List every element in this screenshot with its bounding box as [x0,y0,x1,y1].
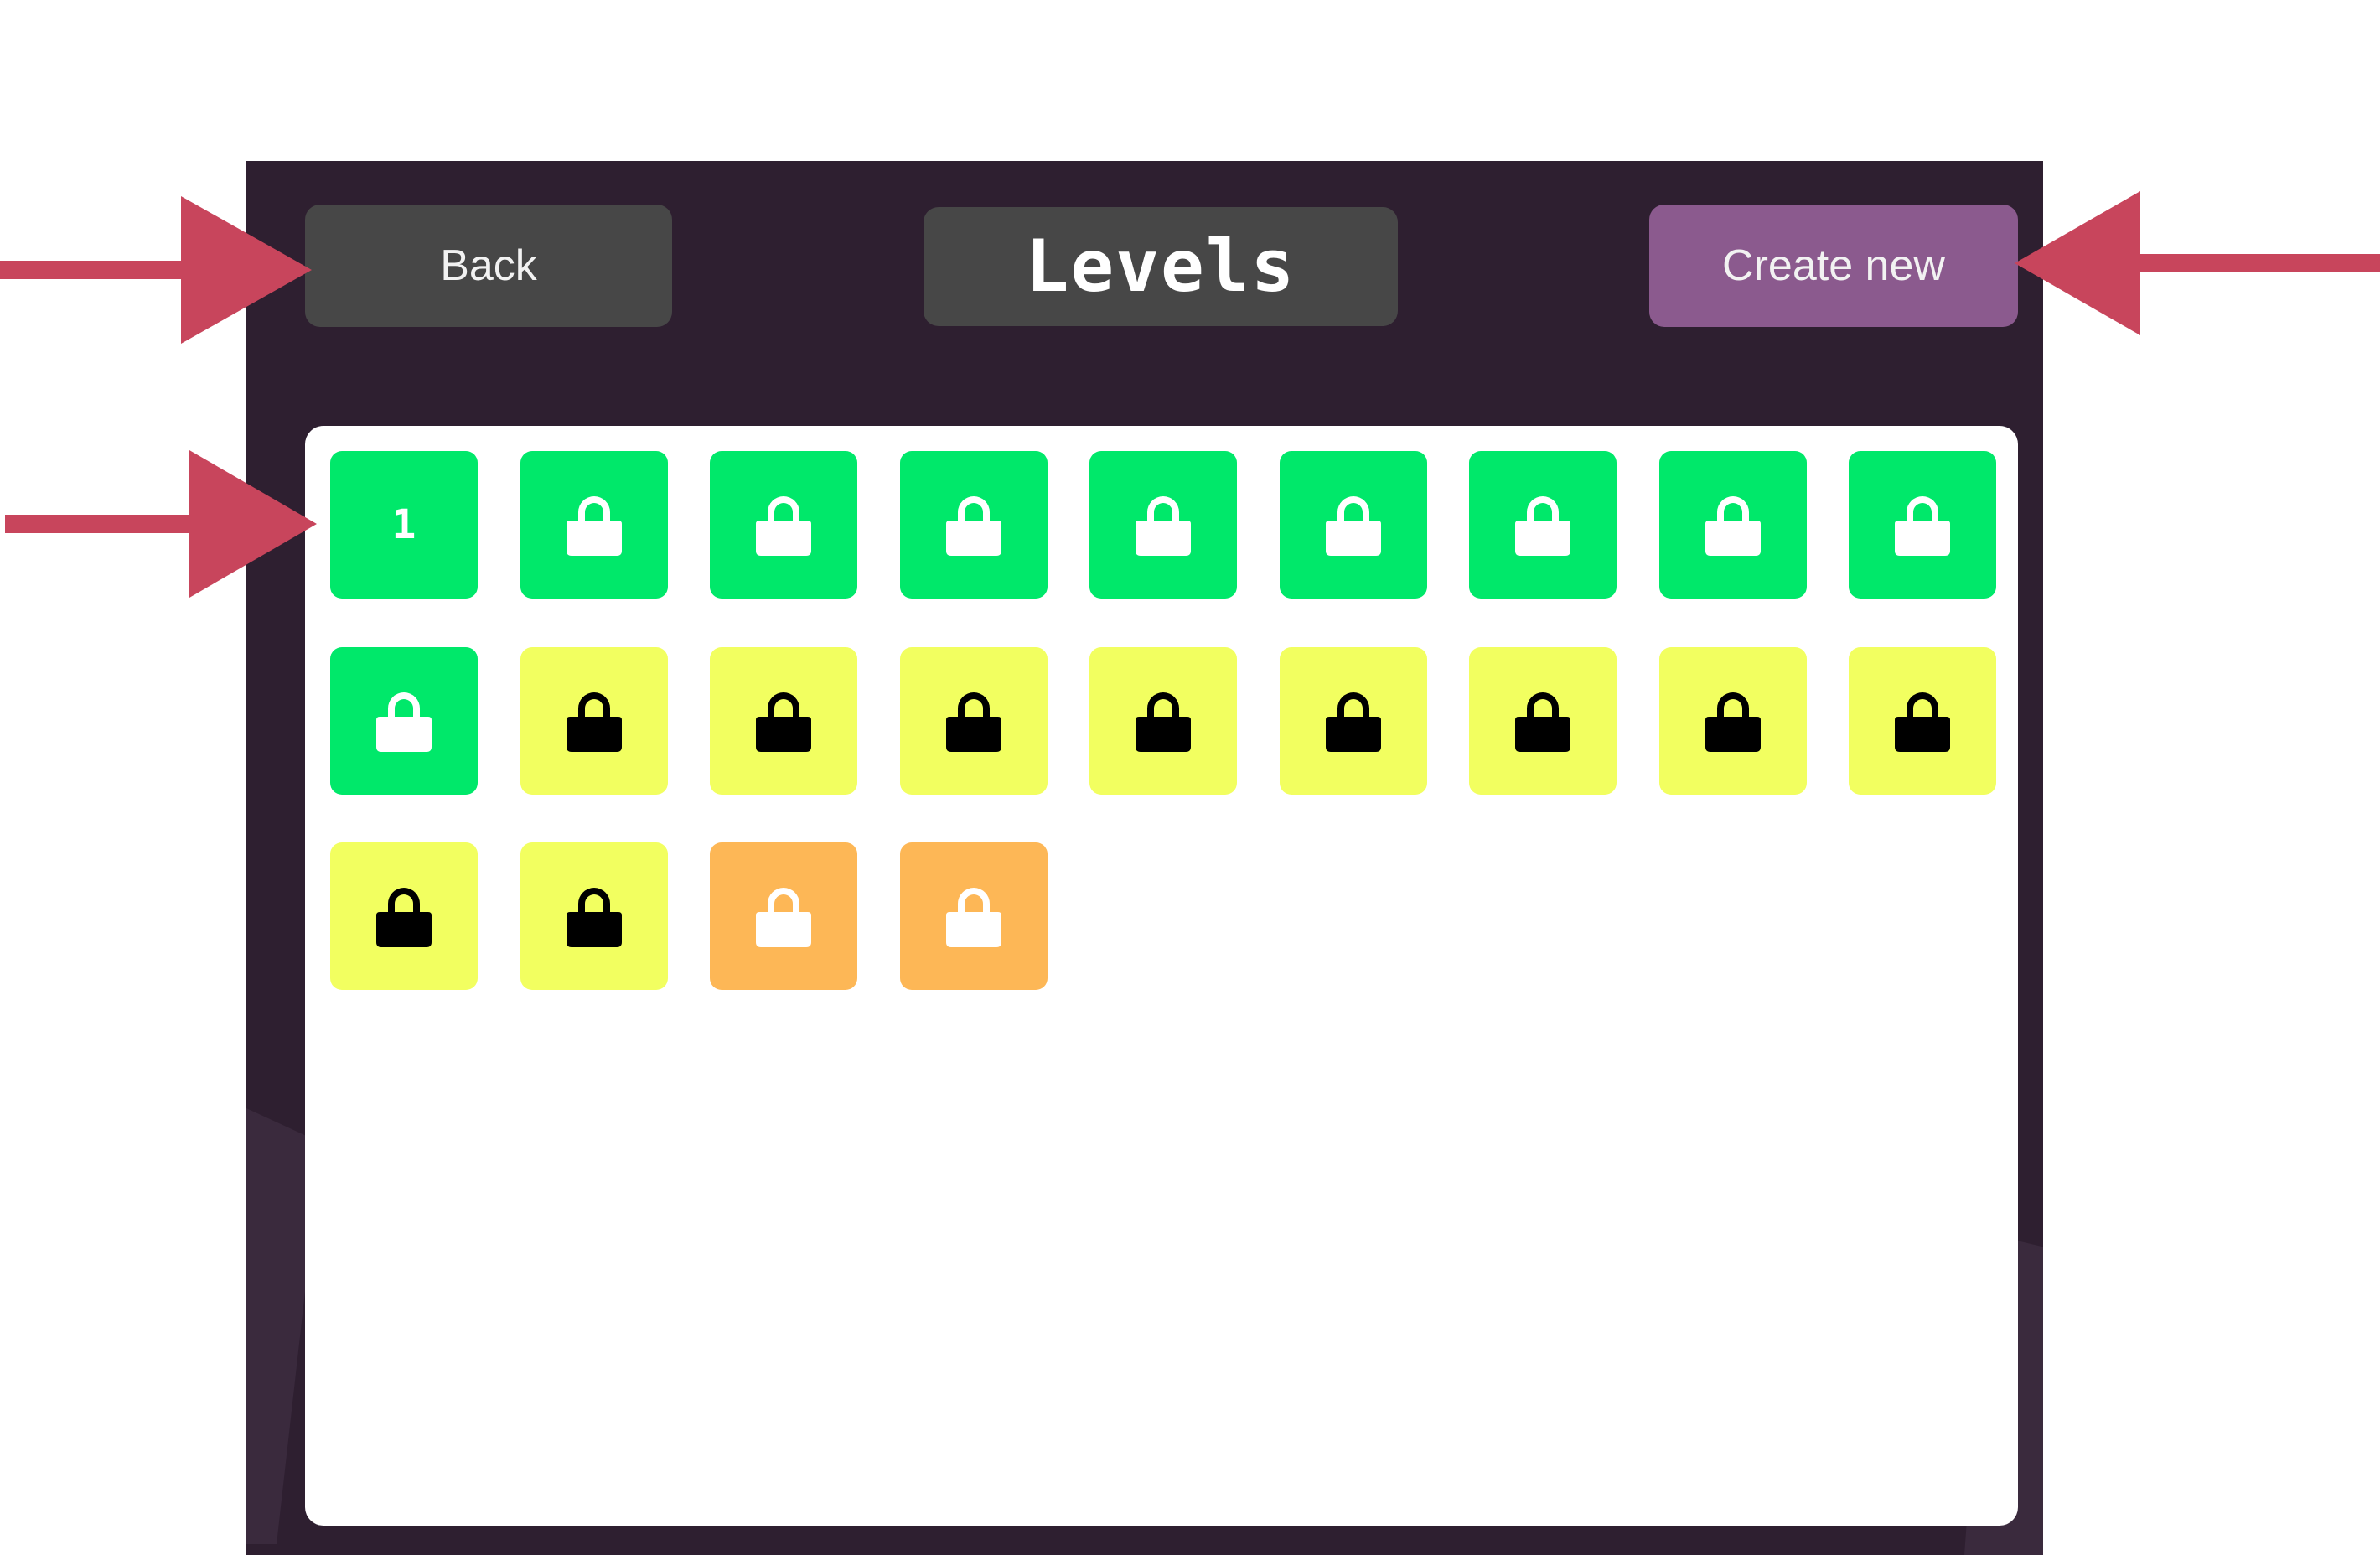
level-tile-locked[interactable] [1089,646,1237,795]
level-tile-locked[interactable] [1658,646,1807,795]
create-new-button[interactable]: Create new [1649,205,2018,327]
lock-icon [756,496,811,556]
back-button-label: Back [440,241,537,290]
level-tile-locked[interactable] [1089,451,1237,599]
lock-icon [566,496,622,556]
lock-icon [1895,496,1950,556]
lock-icon [756,692,811,752]
levels-grid: 1 [305,426,2018,1526]
page-title: Levels [924,207,1398,326]
level-tile-locked[interactable] [1658,451,1807,599]
level-tile-locked[interactable] [1279,646,1427,795]
level-tile-locked[interactable] [1469,451,1617,599]
lock-icon [1325,496,1381,556]
page-title-text: Levels [1025,225,1296,308]
lock-icon [1136,692,1191,752]
arrow-right-icon [0,196,312,344]
level-tile-locked[interactable] [1849,451,1996,599]
level-tile-locked[interactable] [1469,646,1617,795]
arrow-left-icon [2015,191,2380,335]
level-tile-locked[interactable] [330,646,478,795]
level-tile-locked[interactable] [710,451,857,599]
lock-icon [1325,692,1381,752]
back-button[interactable]: Back [305,205,672,327]
level-tile-locked[interactable] [520,451,668,599]
level-tile-locked[interactable] [1849,646,1996,795]
lock-icon [376,692,432,752]
level-tile-locked[interactable] [1279,451,1427,599]
lock-icon [376,888,432,947]
lock-icon [1515,692,1570,752]
lock-icon [756,888,811,947]
level-tile-locked[interactable] [899,842,1048,990]
lock-icon [945,888,1001,947]
lock-icon [1705,496,1761,556]
level-tile-locked[interactable] [710,646,857,795]
level-tile-locked[interactable] [520,646,668,795]
lock-icon [1705,692,1761,752]
level-tile-locked[interactable] [899,646,1048,795]
create-new-button-label: Create new [1722,241,1945,290]
level-tile-locked[interactable] [899,451,1048,599]
lock-icon [1136,496,1191,556]
level-number: 1 [391,501,416,548]
lock-icon [1515,496,1570,556]
level-tile-locked[interactable] [330,842,478,990]
level-tile-locked[interactable] [520,842,668,990]
lock-icon [945,496,1001,556]
arrow-right-icon [5,450,317,598]
lock-icon [945,692,1001,752]
levels-screen: Back Levels Create new 1 [246,161,2043,1555]
level-tile[interactable]: 1 [330,451,478,599]
lock-icon [566,692,622,752]
lock-icon [1895,692,1950,752]
lock-icon [566,888,622,947]
screenshot-stage: Back Levels Create new 1 [0,0,2380,1555]
level-tile-locked[interactable] [710,842,857,990]
